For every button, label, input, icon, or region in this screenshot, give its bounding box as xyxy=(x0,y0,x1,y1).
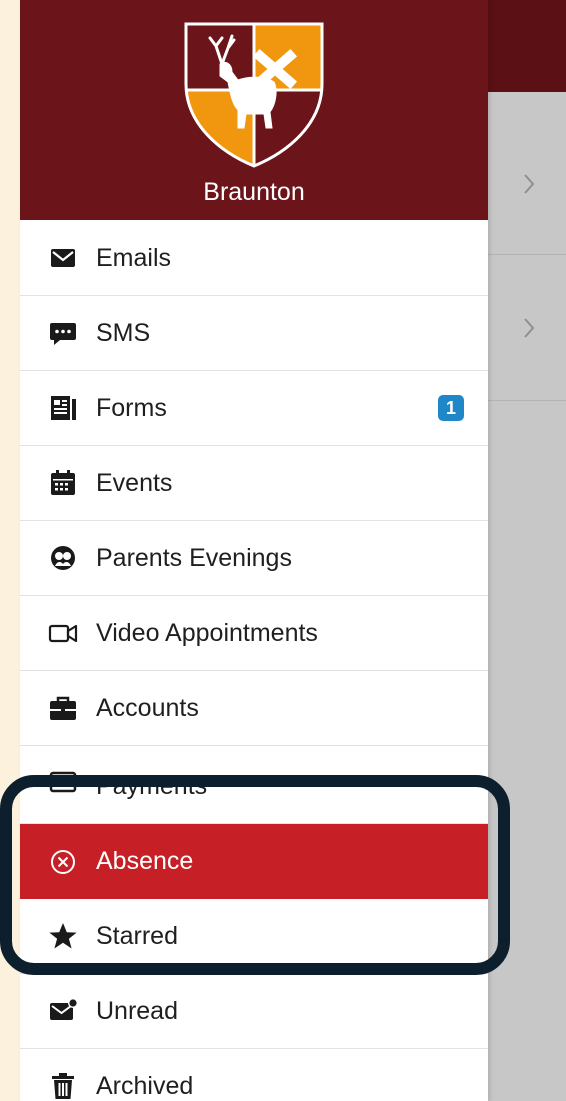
trash-icon xyxy=(48,1071,78,1101)
menu-item-label: Archived xyxy=(96,1071,194,1100)
menu-item-starred[interactable]: Starred xyxy=(20,899,488,974)
menu-item-label: Video Appointments xyxy=(96,618,318,647)
calendar-icon xyxy=(48,468,78,498)
parents-evening-icon xyxy=(48,543,78,573)
school-crest-logo xyxy=(184,22,324,168)
menu-item-label: Events xyxy=(96,468,173,497)
menu-item-parents-evenings[interactable]: Parents Evenings xyxy=(20,521,488,596)
menu-item-payments[interactable]: Payments xyxy=(20,746,488,824)
school-name: Braunton xyxy=(203,178,305,206)
menu-item-label: Parents Evenings xyxy=(96,543,292,572)
unread-mail-icon xyxy=(48,996,78,1026)
menu-item-label: SMS xyxy=(96,318,151,347)
chevron-right-icon[interactable] xyxy=(522,316,536,340)
list-divider xyxy=(488,400,566,401)
menu-item-forms[interactable]: Forms 1 xyxy=(20,371,488,446)
menu-item-absence[interactable]: Absence xyxy=(20,824,488,899)
payment-card-icon xyxy=(48,768,78,798)
menu-item-label: Starred xyxy=(96,921,178,950)
menu-item-emails[interactable]: Emails xyxy=(20,221,488,296)
menu-item-label: Forms xyxy=(96,393,167,422)
menu-item-unread[interactable]: Unread xyxy=(20,974,488,1049)
menu-item-label: Absence xyxy=(96,847,194,875)
chat-bubble-icon xyxy=(48,318,78,348)
menu-item-label: Accounts xyxy=(96,693,199,722)
envelope-icon xyxy=(48,243,78,273)
forms-count-badge: 1 xyxy=(438,395,464,421)
menu-item-accounts[interactable]: Accounts xyxy=(20,671,488,746)
menu-item-label: Emails xyxy=(96,243,172,272)
video-camera-icon xyxy=(48,618,78,648)
star-icon xyxy=(48,921,78,951)
menu-item-sms[interactable]: SMS xyxy=(20,296,488,371)
menu-item-label: Unread xyxy=(96,996,178,1025)
briefcase-icon xyxy=(48,693,78,723)
list-divider xyxy=(488,254,566,255)
menu-item-video-appointments[interactable]: Video Appointments xyxy=(20,596,488,671)
menu-item-archived[interactable]: Archived xyxy=(20,1049,488,1101)
chevron-right-icon[interactable] xyxy=(522,172,536,196)
circle-x-icon xyxy=(48,847,78,877)
menu-item-label: Payments xyxy=(96,772,208,800)
drawer-header: Braunton xyxy=(20,0,488,220)
drawer-menu: Emails SMS Forms 1 Events Parents Evenin… xyxy=(20,221,488,1101)
forms-icon xyxy=(48,393,78,423)
navigation-drawer: Braunton Emails SMS Forms 1 Events Paren… xyxy=(20,0,488,1101)
menu-item-events[interactable]: Events xyxy=(20,446,488,521)
